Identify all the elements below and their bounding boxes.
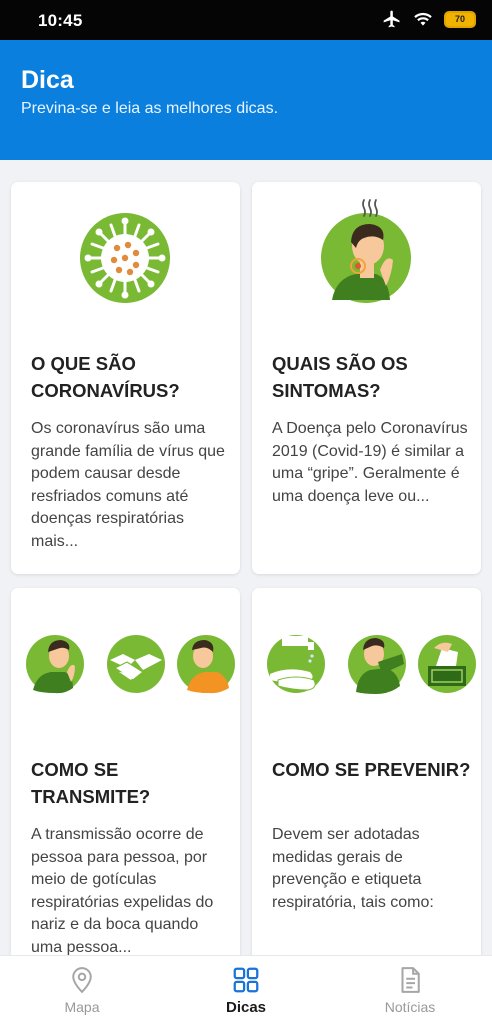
- nav-item-noticias[interactable]: Notícias: [328, 956, 492, 1024]
- prevention-illustration-icon: [267, 635, 476, 694]
- tips-grid: O QUE SÃO CORONAVÍRUS? Os coronavírus sã…: [0, 160, 492, 955]
- status-icons: 70: [382, 9, 476, 29]
- virus-illustration-icon: [80, 213, 170, 303]
- nav-label: Mapa: [64, 999, 100, 1015]
- tip-card-title: QUAIS SÃO OS SINTOMAS?: [272, 353, 408, 401]
- tip-card-text: Devem ser adotadas medidas gerais de pre…: [272, 826, 434, 911]
- page-header: Dica Previna-se e leia as melhores dicas…: [0, 40, 492, 160]
- symptoms-illustration-icon: [321, 199, 411, 303]
- tip-card-text: A Doença pelo Coronavírus 2019 (Covid-19…: [272, 420, 468, 505]
- wifi-icon: [414, 12, 432, 26]
- battery-level: 70: [454, 14, 465, 24]
- nav-item-mapa[interactable]: Mapa: [0, 956, 164, 1024]
- transmission-illustration-icon: [26, 635, 235, 694]
- battery-icon: 70: [444, 10, 476, 28]
- tip-card-coronavirus[interactable]: O QUE SÃO CORONAVÍRUS? Os coronavírus sã…: [11, 182, 240, 574]
- nav-item-dicas[interactable]: Dicas: [164, 956, 328, 1024]
- document-icon: [401, 967, 420, 993]
- nav-label: Dicas: [225, 999, 267, 1016]
- bottom-navigation: Mapa Dicas Notícias: [0, 955, 492, 1024]
- tip-card-title: COMO SE PREVENIR?: [272, 759, 471, 780]
- tip-card-title: O QUE SÃO CORONAVÍRUS?: [31, 353, 180, 401]
- tip-card-text: A transmissão ocorre de pessoa para pess…: [31, 826, 214, 955]
- tip-card-text: Os coronavírus são uma grande família de…: [31, 420, 225, 550]
- tip-card-title: COMO SE TRANSMITE?: [31, 759, 151, 807]
- tip-card-prevention[interactable]: COMO SE PREVENIR? Devem ser adotadas med…: [252, 588, 481, 955]
- tip-card-transmission[interactable]: COMO SE TRANSMITE? A transmissão ocorre …: [11, 588, 240, 955]
- tip-card-symptoms[interactable]: QUAIS SÃO OS SINTOMAS? A Doença pelo Cor…: [252, 182, 481, 574]
- status-bar: 10:45 70: [0, 0, 492, 40]
- page-title: Dica: [21, 66, 74, 94]
- grid-icon: [233, 967, 259, 993]
- airplane-mode-icon: [383, 10, 400, 28]
- nav-label: Notícias: [384, 999, 436, 1015]
- page-subtitle: Previna-se e leia as melhores dicas.: [21, 100, 279, 117]
- status-time: 10:45: [38, 11, 83, 30]
- map-pin-icon: [72, 967, 92, 994]
